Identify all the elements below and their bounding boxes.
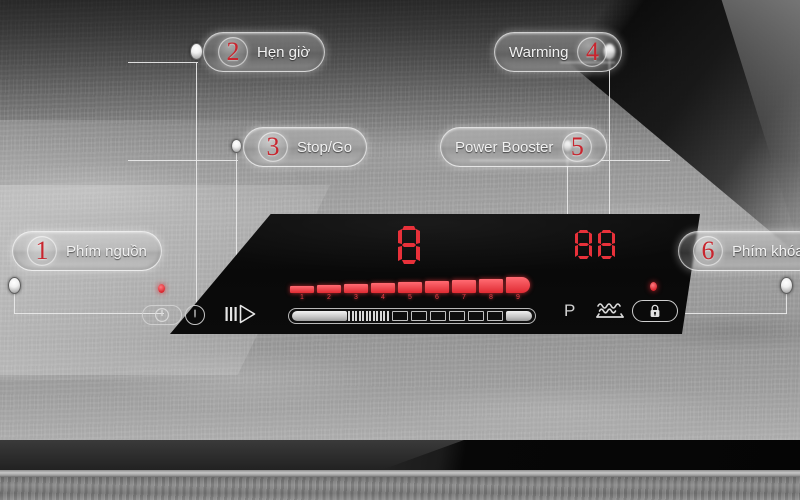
slider-knob[interactable]	[506, 311, 532, 321]
callout-4-number: 4	[585, 37, 599, 66]
seven-segment-digit	[398, 226, 420, 264]
callout-3-label: Stop/Go	[297, 138, 353, 156]
callout-3-number: 3	[266, 132, 280, 161]
counter-grain	[0, 477, 800, 500]
callout-1-label: Phím nguồn	[66, 242, 147, 260]
slider-segments	[391, 311, 504, 321]
callout-dot-6	[780, 277, 793, 294]
power-level-bar-fill	[371, 283, 395, 293]
zone-display	[398, 226, 420, 264]
callout-2-number: 2	[226, 37, 240, 66]
front-edge-lip	[0, 470, 800, 477]
callout-3-number-ring: 3	[258, 132, 288, 162]
callout-1-number-ring: 1	[27, 236, 57, 266]
power-level-bargraph: 1 2 3 4 5 6 7 8 9	[290, 277, 530, 301]
seven-segment-digit	[575, 230, 592, 259]
callout-5-number-ring: 5	[562, 132, 593, 162]
callout-6-label: Phím khóa	[732, 242, 800, 260]
timer-button[interactable]	[185, 305, 205, 325]
power-indicator-led	[158, 284, 165, 293]
power-level-bar-fill	[506, 277, 530, 293]
power-level-bar: 4	[371, 283, 395, 301]
callout-6-number: 6	[701, 236, 715, 265]
power-level-bar-fill	[479, 279, 503, 293]
leader-line-3-horizontal	[128, 160, 238, 162]
timer-clock-icon	[194, 309, 196, 318]
power-level-bar: 9	[506, 277, 530, 301]
callout-dot-1	[8, 277, 21, 294]
power-booster-label[interactable]: P	[564, 302, 575, 319]
power-level-bar-fill	[452, 280, 476, 293]
callout-2-number-ring: 2	[218, 37, 248, 67]
lock-button[interactable]	[632, 300, 678, 322]
leader-line-6-vertical	[786, 292, 788, 314]
power-level-bar-label: 6	[435, 294, 439, 301]
power-icon	[154, 307, 170, 323]
power-level-bar-label: 5	[408, 294, 412, 301]
power-level-bar: 6	[425, 281, 449, 301]
callout-2-label: Hẹn giờ	[257, 43, 311, 61]
power-level-bar-fill	[317, 285, 341, 293]
power-level-bar: 2	[317, 285, 341, 301]
power-level-bar-fill	[398, 282, 422, 293]
power-button[interactable]	[142, 305, 182, 325]
lock-indicator-led	[650, 282, 657, 291]
callout-4-number-ring: 4	[577, 37, 608, 67]
callout-6[interactable]: 6 Phím khóa	[678, 231, 800, 271]
right-display	[575, 230, 615, 259]
callout-5-number: 5	[570, 132, 584, 161]
power-level-bar: 7	[452, 280, 476, 301]
power-level-bar: 1	[290, 286, 314, 301]
power-level-bar-label: 1	[300, 294, 304, 301]
callout-1[interactable]: 1 Phím nguồn	[12, 231, 162, 271]
callout-5-label: Power Booster	[455, 138, 554, 156]
hob-scene: 1 2 3 4 5 6 7 8 9 P 1 Phím nguồn 2 Hẹn giờ 3 Sto…	[0, 0, 800, 500]
leader-line-2-vertical	[196, 62, 198, 315]
power-level-bar: 5	[398, 282, 422, 301]
stop-go-icon	[225, 304, 256, 324]
callout-dot-2	[190, 43, 203, 60]
power-level-bar-label: 2	[327, 294, 331, 301]
callout-1-number: 1	[35, 236, 49, 265]
leader-line-2-horizontal	[128, 62, 198, 64]
callout-dot-3	[231, 139, 242, 153]
callout-3[interactable]: 3 Stop/Go	[243, 127, 368, 167]
callout-5[interactable]: Power Booster 5	[440, 127, 608, 167]
stop-go-button[interactable]	[224, 300, 258, 333]
power-slider[interactable]	[288, 308, 536, 324]
power-level-bar: 3	[344, 284, 368, 301]
callout-2[interactable]: 2 Hẹn giờ	[203, 32, 326, 72]
leader-line-1-vertical	[14, 292, 16, 314]
power-level-bar-label: 4	[381, 294, 385, 301]
power-level-bar-label: 9	[516, 294, 520, 301]
callout-4[interactable]: Warming 4	[494, 32, 623, 72]
power-level-bar-label: 7	[462, 294, 466, 301]
power-level-bar-fill	[425, 281, 449, 293]
seven-segment-digit	[598, 230, 615, 259]
power-level-bar-fill	[290, 286, 314, 293]
warming-waves-icon[interactable]	[595, 300, 625, 327]
lock-icon	[650, 304, 660, 317]
power-level-bar-fill	[344, 284, 368, 293]
slider-ticks	[348, 311, 389, 321]
slider-fill	[292, 311, 347, 321]
power-level-bar: 8	[479, 279, 503, 301]
power-level-bar-label: 8	[489, 294, 493, 301]
power-level-bar-label: 3	[354, 294, 358, 301]
callout-4-label: Warming	[509, 43, 569, 61]
callout-6-number-ring: 6	[693, 236, 723, 266]
